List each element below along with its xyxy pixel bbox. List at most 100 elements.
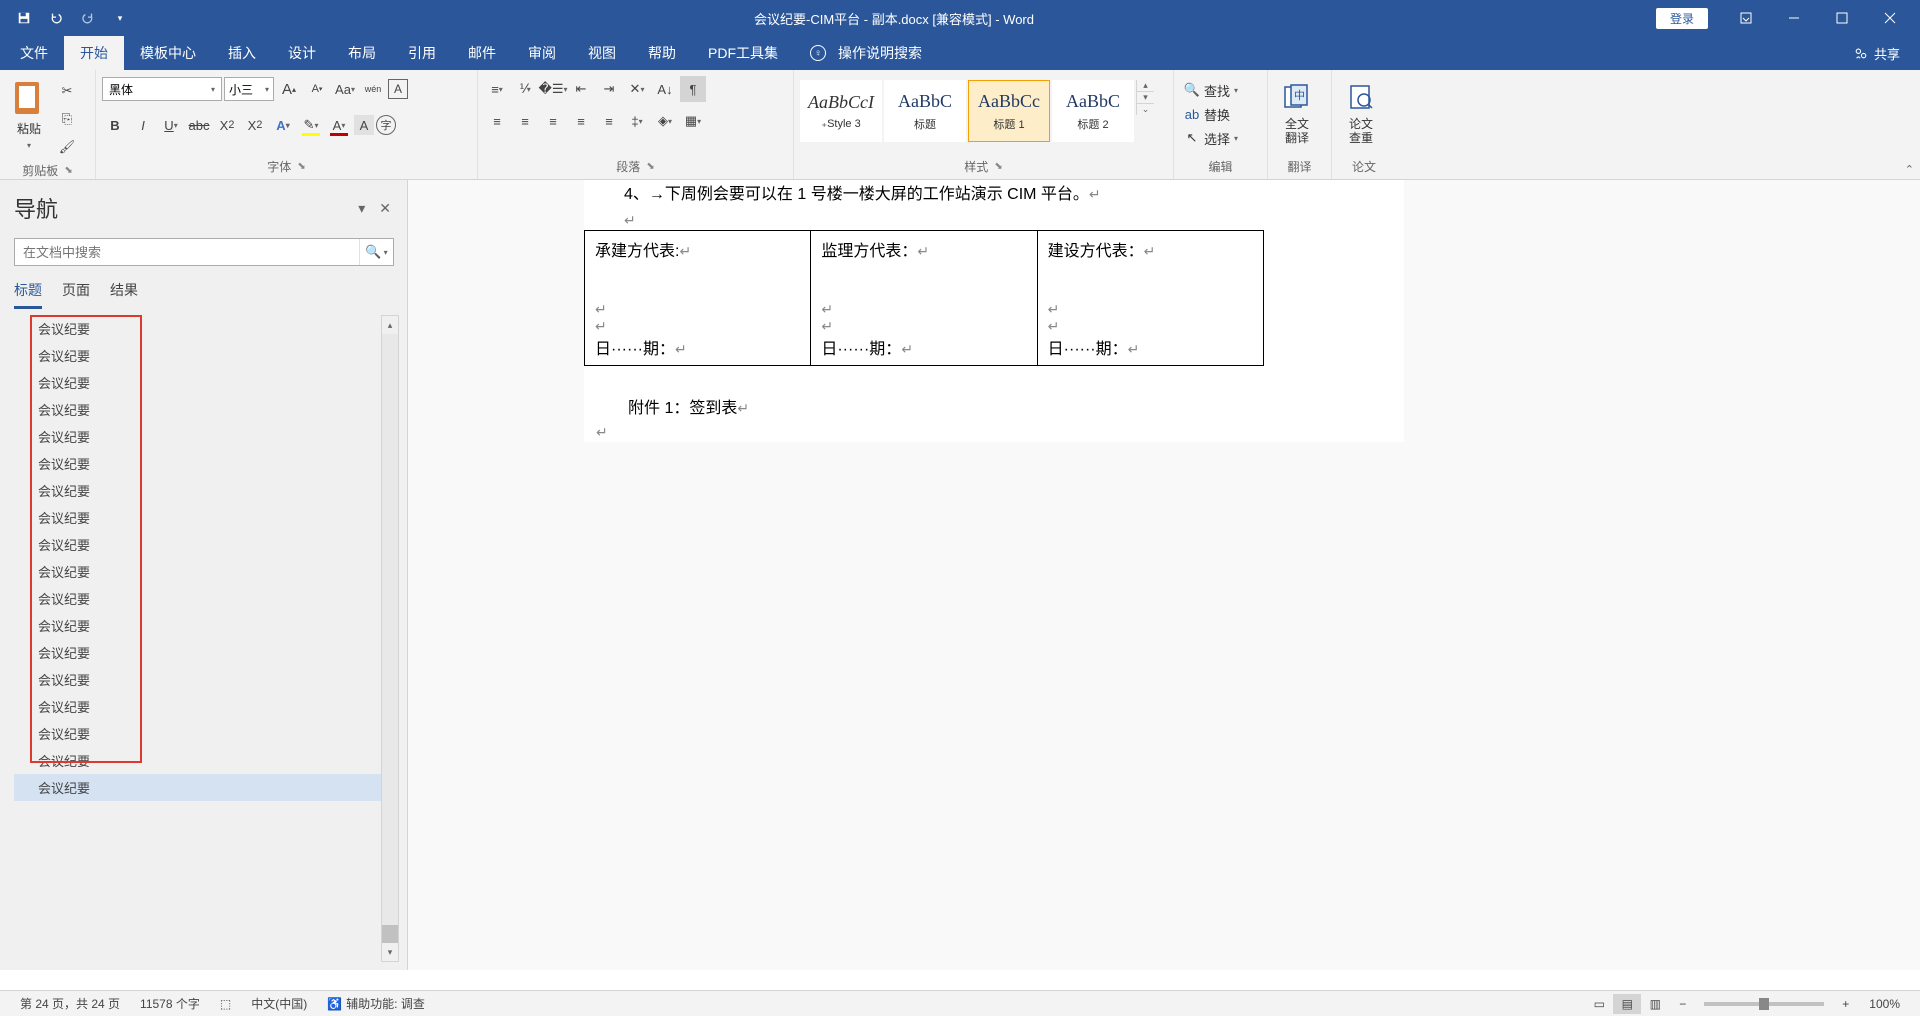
nav-heading-item[interactable]: 会议纪要 — [14, 369, 381, 396]
tell-me[interactable]: ♀ 操作说明搜索 — [794, 36, 938, 70]
nav-heading-item[interactable]: 会议纪要 — [14, 639, 381, 666]
table-cell[interactable]: 建设方代表：↵ ↵↵ 日······期：↵ — [1037, 231, 1263, 366]
status-language[interactable]: 中文(中国) — [241, 995, 317, 1012]
nav-search-input[interactable] — [15, 239, 359, 265]
nav-heading-item[interactable]: 会议纪要 — [14, 612, 381, 639]
phonetic-guide-icon[interactable]: wén — [360, 76, 386, 102]
text-direction-icon[interactable]: ✕▾ — [624, 76, 650, 102]
tab-pdf-tools[interactable]: PDF工具集 — [692, 36, 794, 70]
styles-expand-icon[interactable]: ⌄ — [1137, 104, 1154, 115]
copy-icon[interactable]: ⎘ — [54, 106, 80, 132]
nav-search[interactable]: 🔍▾ — [14, 238, 394, 266]
zoom-out-button[interactable]: − — [1669, 997, 1696, 1011]
view-print-layout-icon[interactable]: ▤ — [1613, 994, 1641, 1014]
collapse-ribbon-icon[interactable]: ⌃ — [1905, 163, 1914, 176]
paste-button[interactable]: 粘贴 ▾ — [6, 74, 52, 152]
nav-tab-results[interactable]: 结果 — [110, 280, 138, 309]
nav-heading-item[interactable]: 会议纪要 — [14, 396, 381, 423]
status-page[interactable]: 第 24 页，共 24 页 — [10, 995, 130, 1012]
superscript-icon[interactable]: X2 — [242, 112, 268, 138]
close-icon[interactable] — [1868, 0, 1912, 36]
save-icon[interactable] — [12, 6, 36, 30]
select-button[interactable]: ↖选择▾ — [1180, 126, 1242, 150]
nav-heading-item[interactable]: 会议纪要 — [14, 342, 381, 369]
scroll-thumb[interactable] — [382, 925, 398, 943]
borders-icon[interactable]: ▦▾ — [680, 108, 706, 134]
font-color-icon[interactable]: A▾ — [326, 112, 352, 138]
status-accessibility[interactable]: ♿辅助功能: 调查 — [317, 995, 435, 1012]
font-size-select[interactable]: 小三▾ — [224, 77, 274, 101]
nav-search-button[interactable]: 🔍▾ — [359, 239, 393, 265]
replace-button[interactable]: ab替换 — [1180, 102, 1234, 126]
tab-template[interactable]: 模板中心 — [124, 36, 212, 70]
undo-icon[interactable] — [44, 6, 68, 30]
styles-scroll-up-icon[interactable]: ▴ — [1137, 80, 1154, 92]
style-heading1[interactable]: AaBbCc 标题 1 — [968, 80, 1050, 142]
underline-button[interactable]: U▾ — [158, 112, 184, 138]
bullets-icon[interactable]: ≡▾ — [484, 76, 510, 102]
show-marks-icon[interactable]: ¶ — [680, 76, 706, 102]
scroll-down-icon[interactable]: ▾ — [382, 943, 398, 961]
tab-file[interactable]: 文件 — [4, 36, 64, 70]
font-name-select[interactable]: 黑体▾ — [102, 77, 222, 101]
line-spacing-icon[interactable]: ‡▾ — [624, 108, 650, 134]
tab-review[interactable]: 审阅 — [512, 36, 572, 70]
nav-heading-item[interactable]: 会议纪要 — [14, 423, 381, 450]
bold-button[interactable]: B — [102, 112, 128, 138]
multilevel-list-icon[interactable]: �☰▾ — [540, 76, 566, 102]
view-read-mode-icon[interactable]: ▭ — [1585, 994, 1613, 1014]
numbering-icon[interactable]: ⅟▾ — [512, 76, 538, 102]
share-button[interactable]: 共享 — [1854, 44, 1916, 63]
nav-heading-item[interactable]: 会议纪要 — [14, 720, 381, 747]
table-cell[interactable]: 承建方代表:↵ ↵↵ 日······期：↵ — [585, 231, 811, 366]
decrease-indent-icon[interactable]: ⇤ — [568, 76, 594, 102]
table-cell[interactable]: 监理方代表：↵ ↵↵ 日······期：↵ — [811, 231, 1037, 366]
justify-icon[interactable]: ≡ — [568, 108, 594, 134]
cut-icon[interactable]: ✂ — [54, 78, 80, 104]
nav-heading-item[interactable]: 会议纪要 — [14, 747, 381, 774]
nav-heading-item[interactable]: 会议纪要 — [14, 315, 381, 342]
tab-design[interactable]: 设计 — [272, 36, 332, 70]
grow-font-icon[interactable]: A▴ — [276, 76, 302, 102]
minimize-icon[interactable] — [1772, 0, 1816, 36]
status-word-count[interactable]: 11578 个字 — [130, 995, 210, 1012]
ribbon-options-icon[interactable] — [1724, 0, 1768, 36]
redo-icon[interactable] — [76, 6, 100, 30]
nav-heading-item[interactable]: 会议纪要 — [14, 585, 381, 612]
nav-heading-item[interactable]: 会议纪要 — [14, 558, 381, 585]
shrink-font-icon[interactable]: A▾ — [304, 76, 330, 102]
styles-scroll-down-icon[interactable]: ▾ — [1137, 92, 1154, 104]
tab-help[interactable]: 帮助 — [632, 36, 692, 70]
strikethrough-icon[interactable]: abc — [186, 112, 212, 138]
nav-heading-item[interactable]: 会议纪要 — [14, 774, 381, 801]
nav-dropdown-icon[interactable]: ▾ — [358, 200, 365, 217]
char-shading-icon[interactable]: A — [354, 115, 374, 135]
zoom-in-button[interactable]: + — [1832, 997, 1859, 1011]
align-left-icon[interactable]: ≡ — [484, 108, 510, 134]
tab-view[interactable]: 视图 — [572, 36, 632, 70]
zoom-slider[interactable] — [1704, 1002, 1824, 1006]
nav-heading-item[interactable]: 会议纪要 — [14, 504, 381, 531]
change-case-icon[interactable]: Aa▾ — [332, 76, 358, 102]
nav-scrollbar[interactable]: ▴ ▾ — [381, 315, 399, 962]
tab-mailings[interactable]: 邮件 — [452, 36, 512, 70]
zoom-level[interactable]: 100% — [1859, 997, 1910, 1011]
nav-heading-item[interactable]: 会议纪要 — [14, 693, 381, 720]
highlight-icon[interactable]: ✎▾ — [298, 112, 324, 138]
font-launcher-icon[interactable]: ⬊ — [297, 161, 305, 172]
nav-heading-item[interactable]: 会议纪要 — [14, 531, 381, 558]
format-painter-icon[interactable]: 🖌 — [54, 134, 80, 160]
text-effects-icon[interactable]: A▾ — [270, 112, 296, 138]
paper-check-button[interactable]: 论文 查重 — [1338, 74, 1384, 152]
distributed-icon[interactable]: ≡ — [596, 108, 622, 134]
char-border-icon[interactable]: A — [388, 79, 408, 99]
tab-layout[interactable]: 布局 — [332, 36, 392, 70]
tab-home[interactable]: 开始 — [64, 36, 124, 70]
tab-insert[interactable]: 插入 — [212, 36, 272, 70]
align-center-icon[interactable]: ≡ — [512, 108, 538, 134]
subscript-icon[interactable]: X2 — [214, 112, 240, 138]
nav-heading-item[interactable]: 会议纪要 — [14, 666, 381, 693]
nav-close-icon[interactable]: ✕ — [379, 200, 391, 217]
styles-launcher-icon[interactable]: ⬊ — [994, 161, 1002, 172]
view-web-layout-icon[interactable]: ▥ — [1641, 994, 1669, 1014]
